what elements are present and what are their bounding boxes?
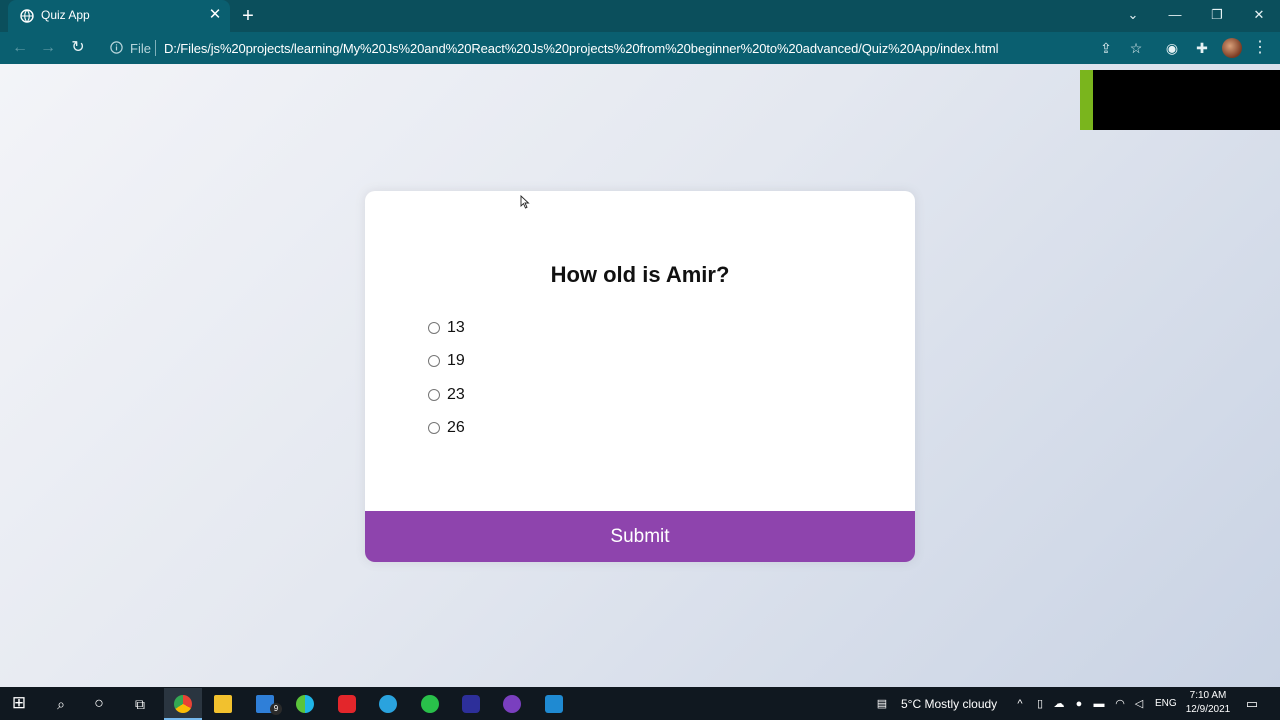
submit-button[interactable]: Submit (365, 511, 915, 562)
answer-radio[interactable] (428, 322, 440, 334)
quiz-container: How old is Amir? 13 19 23 26 Submit (365, 191, 915, 562)
forward-arrow-icon[interactable]: → (36, 36, 60, 60)
grammarly-extension-icon[interactable]: ◉ (1162, 38, 1182, 58)
url-text[interactable]: D:/Files/js%20projects/learning/My%20Js%… (164, 41, 999, 56)
mouse-cursor-icon (520, 195, 530, 209)
back-arrow-icon[interactable]: ← (8, 36, 32, 60)
url-scheme-label: File (130, 41, 151, 56)
profile-avatar[interactable] (1222, 38, 1242, 58)
cloud-icon[interactable]: ☁ (1052, 697, 1066, 711)
globe-icon (20, 9, 34, 23)
volume-icon[interactable]: ◁ (1132, 697, 1146, 711)
overlay-black-box (1093, 70, 1280, 130)
settings-hex-icon[interactable] (458, 691, 484, 717)
task-view-icon[interactable]: ⧉ (127, 691, 153, 717)
vscode-icon[interactable] (541, 691, 567, 717)
extensions-puzzle-icon[interactable]: ✚ (1192, 38, 1212, 58)
tab-search-chevron-icon[interactable]: ⌄ (1111, 0, 1155, 32)
answer-label[interactable]: 13 (447, 318, 465, 338)
question-title: How old is Amir? (550, 262, 730, 287)
show-hidden-icons-chevron-icon[interactable]: ^ (1013, 697, 1027, 711)
answer-radio[interactable] (428, 355, 440, 368)
edge-browser-icon[interactable] (292, 691, 318, 717)
telegram-icon[interactable] (375, 691, 401, 717)
reload-icon[interactable]: ↻ (66, 36, 90, 60)
answer-label[interactable]: 26 (447, 418, 465, 438)
windows-taskbar: ⊞ ⌕ ○ ⧉ 9 ▤ 5°C Mostly cloudy ^ ▯ ☁ ● ▬ … (0, 687, 1280, 720)
weather-widget-icon[interactable]: ▤ (875, 697, 889, 711)
battery-icon[interactable]: ▬ (1092, 697, 1106, 711)
brave-browser-icon[interactable] (334, 691, 360, 717)
github-desktop-icon[interactable] (499, 691, 525, 717)
info-icon[interactable] (110, 41, 123, 54)
cortana-icon[interactable]: ○ (86, 691, 112, 717)
file-explorer-icon[interactable] (210, 691, 236, 717)
browser-menu-icon[interactable]: ⋮ (1252, 38, 1268, 58)
device-icon[interactable]: ▯ (1033, 697, 1047, 711)
microphone-icon[interactable]: ● (1072, 697, 1086, 711)
wifi-icon[interactable]: ◠ (1113, 697, 1127, 711)
notification-center-icon[interactable]: ▭ (1245, 697, 1259, 711)
address-bar[interactable]: File D:/Files/js%20projects/learning/My%… (100, 34, 1154, 62)
chrome-taskbar-icon[interactable] (164, 688, 202, 720)
clock-date[interactable]: 12/9/2021 (1184, 704, 1232, 715)
browser-tab-bar: Quiz App ✕ + ⌄ — ❐ ✕ (0, 0, 1280, 32)
browser-toolbar: ← → ↻ File D:/Files/js%20projects/learni… (0, 32, 1280, 64)
close-window-button[interactable]: ✕ (1237, 0, 1280, 32)
close-tab-icon[interactable]: ✕ (205, 5, 225, 25)
mail-count-badge: 9 (270, 703, 282, 715)
minimize-button[interactable]: — (1153, 0, 1197, 32)
answer-label[interactable]: 23 (447, 385, 465, 405)
browser-tab[interactable]: Quiz App ✕ (8, 0, 230, 32)
language-indicator[interactable]: ENG (1155, 698, 1177, 709)
share-icon[interactable]: ⇪ (1096, 38, 1116, 58)
maximize-button[interactable]: ❐ (1195, 0, 1239, 32)
answer-radio[interactable] (428, 388, 440, 401)
weather-text[interactable]: 5°C Mostly cloudy (901, 697, 997, 711)
answer-radio[interactable] (428, 421, 440, 434)
overlay-green-strip (1080, 70, 1093, 130)
address-separator (155, 40, 156, 56)
page-viewport: How old is Amir? 13 19 23 26 Submit (0, 64, 1280, 687)
new-tab-button[interactable]: + (236, 4, 260, 28)
whatsapp-icon[interactable] (417, 691, 443, 717)
search-icon[interactable]: ⌕ (48, 691, 74, 717)
clock-time[interactable]: 7:10 AM (1188, 690, 1228, 701)
windows-start-icon[interactable]: ⊞ (6, 690, 32, 716)
bookmark-star-icon[interactable]: ☆ (1126, 38, 1146, 58)
answer-label[interactable]: 19 (447, 351, 465, 371)
tab-title: Quiz App (41, 8, 90, 22)
